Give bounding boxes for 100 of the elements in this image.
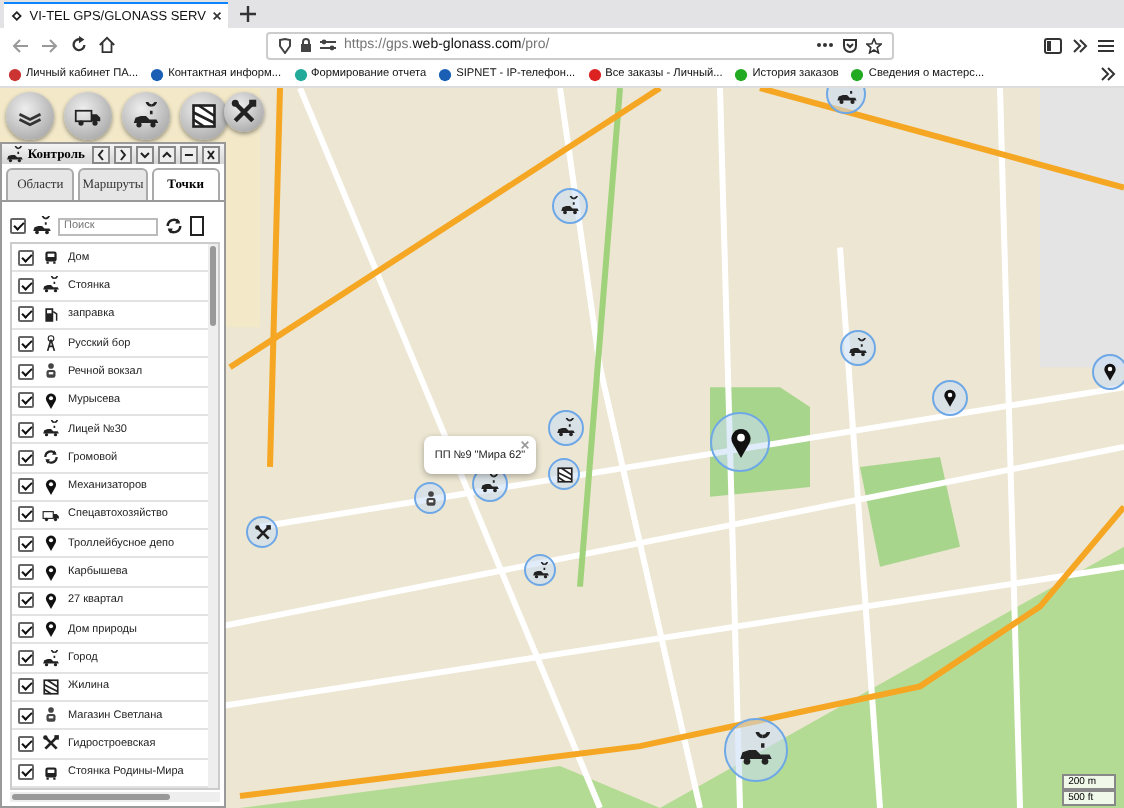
map-marker[interactable] (246, 516, 278, 548)
pin-icon (42, 591, 60, 610)
shield-icon (278, 37, 292, 53)
previous-icon[interactable] (92, 145, 111, 163)
checkbox[interactable] (18, 449, 34, 466)
pin-icon (42, 620, 60, 639)
cars-icon (560, 196, 580, 216)
overflow-icon[interactable] (1072, 37, 1088, 53)
minimize-icon[interactable] (180, 145, 199, 163)
cars-icon (556, 418, 576, 438)
tools-icon (42, 734, 60, 753)
car-icon (42, 763, 60, 782)
checkbox[interactable] (18, 392, 34, 409)
pin-icon (42, 391, 60, 410)
checkbox[interactable] (18, 506, 34, 523)
collapse-icon[interactable] (136, 145, 155, 163)
checkbox[interactable] (18, 735, 34, 752)
cars-icon (738, 732, 774, 768)
cars-icon (480, 474, 500, 494)
scrollbar[interactable] (10, 792, 220, 802)
new-tab-icon[interactable] (240, 6, 256, 22)
truck-icon (42, 505, 60, 524)
cars-icon (848, 338, 868, 358)
checkbox[interactable] (18, 707, 34, 724)
checkbox[interactable] (18, 650, 34, 667)
reload-icon[interactable] (70, 36, 88, 54)
bookmark-favicon-icon (438, 67, 453, 81)
star-icon[interactable] (866, 37, 882, 53)
cars-icon (531, 561, 549, 579)
checkbox[interactable] (18, 564, 34, 581)
checkbox[interactable] (18, 764, 34, 781)
cars-icon (835, 88, 857, 105)
pin-icon (42, 563, 60, 582)
checkbox[interactable] (18, 535, 34, 552)
scrollbar[interactable] (208, 244, 218, 788)
pin-icon (1100, 362, 1120, 382)
cars-icon (32, 216, 52, 236)
tools-icon (230, 98, 258, 126)
checkbox[interactable] (18, 678, 34, 695)
map-marker[interactable] (548, 410, 584, 446)
car-icon (42, 248, 60, 267)
pin-icon (940, 388, 960, 408)
tower-icon (42, 334, 60, 353)
checkbox[interactable] (18, 421, 34, 438)
cars-icon (42, 276, 60, 295)
map-icon (190, 102, 218, 130)
map-marker[interactable] (710, 412, 770, 472)
map-marker[interactable] (414, 482, 446, 514)
checkbox[interactable] (18, 277, 34, 294)
map-marker[interactable] (524, 554, 556, 586)
sliders-icon (320, 38, 336, 52)
figure-icon (42, 706, 60, 725)
cars-icon (42, 649, 60, 668)
map-marker[interactable] (724, 718, 788, 782)
circular-arrows-icon (42, 448, 60, 467)
fuel-pump-icon (42, 305, 60, 324)
checkbox[interactable] (18, 592, 34, 609)
bookmark-favicon-icon (150, 67, 165, 81)
next-icon[interactable] (114, 145, 133, 163)
bookmark-favicon-icon (587, 67, 602, 81)
bookmark-favicon-icon (293, 67, 308, 81)
bookmark-favicon-icon (850, 67, 865, 81)
figure-icon (421, 489, 439, 507)
pocket-icon[interactable] (842, 37, 858, 53)
cars-icon (42, 420, 60, 439)
checkbox[interactable] (18, 478, 34, 495)
lock-icon (300, 38, 312, 52)
close-icon[interactable] (211, 10, 222, 22)
map-marker[interactable] (552, 188, 588, 224)
map-marker[interactable] (548, 458, 580, 490)
pin-icon (42, 477, 60, 496)
bookmark-favicon-icon (8, 67, 22, 81)
back-icon[interactable] (10, 35, 30, 55)
cars-icon (132, 102, 160, 130)
map-marker[interactable] (932, 380, 968, 416)
checkbox[interactable] (18, 306, 34, 323)
forward-icon[interactable] (40, 35, 60, 55)
close-icon[interactable] (202, 145, 220, 163)
checkbox[interactable] (18, 363, 34, 380)
map-icon (42, 677, 60, 696)
menu-icon[interactable] (1098, 37, 1114, 53)
overflow-icon[interactable] (1100, 66, 1116, 82)
more-icon[interactable] (816, 42, 834, 48)
pin-icon (42, 534, 60, 553)
checkbox[interactable] (10, 218, 26, 234)
checkbox[interactable] (18, 621, 34, 638)
tools-icon (253, 523, 271, 541)
home-icon[interactable] (98, 36, 116, 54)
expand-icon[interactable] (158, 145, 177, 163)
checkbox[interactable] (18, 335, 34, 352)
map-marker[interactable] (1092, 354, 1124, 390)
bookmark-favicon-icon (734, 67, 749, 81)
figure-icon (42, 362, 60, 381)
circular-arrows-icon (164, 216, 184, 236)
sidebar-icon[interactable] (1044, 37, 1062, 53)
checkbox[interactable] (18, 249, 34, 266)
map-marker[interactable] (840, 330, 876, 366)
site-logo-icon (10, 8, 24, 24)
cars-icon (6, 145, 24, 163)
map-icon (555, 465, 573, 483)
